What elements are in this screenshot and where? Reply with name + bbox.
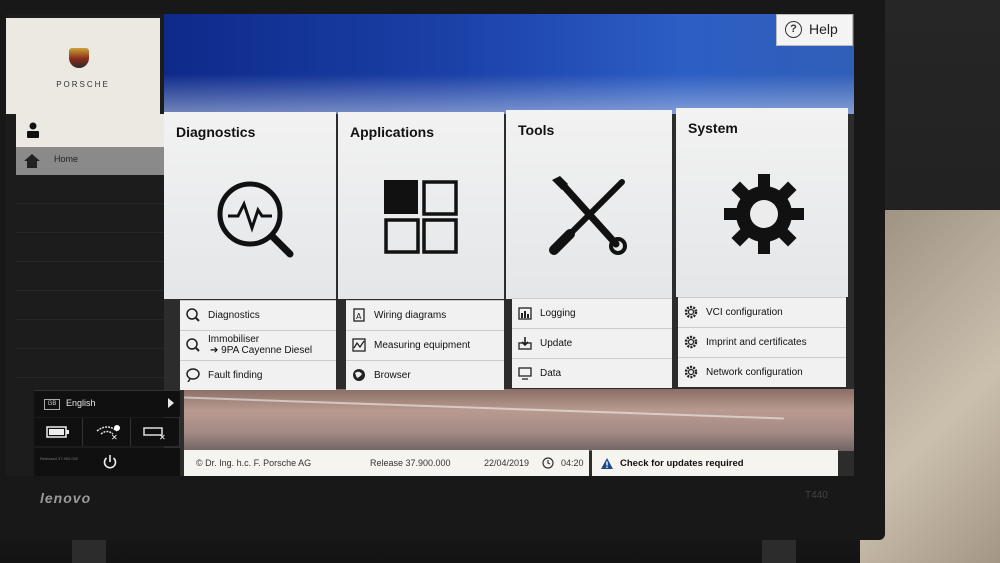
menu-item-immobiliser[interactable]: Immobiliser ➔ 9PA Cayenne Diesel xyxy=(180,330,336,360)
update-notice[interactable]: Check for updates required xyxy=(592,450,838,476)
menu-item-label: VCI configuration xyxy=(706,307,783,318)
menu-item-wiring-diagrams[interactable]: A Wiring diagrams xyxy=(346,300,504,330)
fault-finding-icon xyxy=(186,368,200,382)
porsche-logo: PORSCHE xyxy=(6,18,160,114)
gear-small-icon xyxy=(684,365,698,379)
warning-icon xyxy=(601,458,613,469)
menu-item-label: Network configuration xyxy=(706,367,803,378)
release-tiny-text: Released 37.900.000 xyxy=(40,456,79,461)
clock-icon xyxy=(542,457,554,469)
gear-small-icon xyxy=(684,305,698,319)
menu-item-update[interactable]: Update xyxy=(512,328,672,358)
user-button[interactable] xyxy=(16,114,164,147)
sidebar-item-home[interactable]: Home xyxy=(16,147,164,175)
tile-system[interactable]: System xyxy=(676,108,848,297)
tile-diagnostics[interactable]: Diagnostics xyxy=(164,112,336,299)
menu-item-logging[interactable]: Logging xyxy=(512,298,672,328)
menu-item-data[interactable]: Data xyxy=(512,358,672,388)
sidebar-empty-list xyxy=(16,175,164,390)
diagnostics-magnifier-icon xyxy=(217,181,294,258)
menu-item-network-configuration[interactable]: Network configuration xyxy=(678,357,846,387)
gear-icon xyxy=(724,174,804,254)
flag-icon: GB xyxy=(44,399,60,410)
applications-grid-icon xyxy=(384,180,458,254)
help-icon: ? xyxy=(785,21,802,38)
brand-wordmark: PORSCHE xyxy=(56,80,110,89)
tile-title: Applications xyxy=(350,124,435,140)
screen: PORSCHE Home GB English ✕ ✕ Released 37.… xyxy=(6,14,854,476)
hinge-left xyxy=(72,540,106,563)
gear-small-icon xyxy=(684,335,698,349)
diagnostics-small-icon xyxy=(186,308,200,322)
menu-item-label: Browser xyxy=(374,370,411,381)
tile-title: System xyxy=(688,120,738,136)
menu-item-measuring-equipment[interactable]: Measuring equipment xyxy=(346,330,504,360)
menu-item-label: Imprint and certificates xyxy=(706,337,807,348)
menu-item-label-line2: ➔ 9PA Cayenne Diesel xyxy=(210,345,313,356)
user-icon xyxy=(27,122,39,138)
menu-item-vci-configuration[interactable]: VCI configuration xyxy=(678,297,846,327)
status-bar: ✕ ✕ xyxy=(34,418,181,446)
menu-item-browser[interactable]: Browser xyxy=(346,360,504,390)
battery-icon xyxy=(46,426,69,438)
globe-icon xyxy=(353,369,365,381)
menu-item-imprint-and-certificates[interactable]: Imprint and certificates xyxy=(678,327,846,357)
battery-status[interactable] xyxy=(34,418,83,446)
tile-tools[interactable]: Tools xyxy=(506,110,672,299)
update-notice-label: Check for updates required xyxy=(620,458,744,469)
menu-item-fault-finding[interactable]: Fault finding xyxy=(180,360,336,390)
power-row: Released 37.900.000 xyxy=(34,448,180,476)
porsche-crest-icon xyxy=(69,48,89,68)
sidebar-item-label: Home xyxy=(54,154,79,164)
laptop-brand-logo: lenovo xyxy=(40,490,92,506)
immobiliser-icon xyxy=(186,338,200,352)
menu-item-label: Wiring diagrams xyxy=(374,310,447,321)
wifi-status[interactable]: ✕ xyxy=(82,418,132,446)
power-icon[interactable] xyxy=(102,454,118,470)
menu-item-label-line1: Immobiliser xyxy=(208,334,260,345)
menu-item-label: Measuring equipment xyxy=(374,340,471,351)
screen-bezel: PORSCHE Home GB English ✕ ✕ Released 37.… xyxy=(0,0,885,540)
clock-time: 04:20 xyxy=(561,458,584,468)
svg-text:✕: ✕ xyxy=(111,433,118,441)
update-icon xyxy=(518,337,532,350)
menu-item-label: Fault finding xyxy=(208,370,263,381)
hinge-right xyxy=(762,540,796,563)
help-button[interactable]: ? Help xyxy=(776,14,853,46)
language-label: English xyxy=(66,398,96,408)
laptop-model-label: T440 xyxy=(805,490,828,501)
wiring-diagram-icon: A xyxy=(353,308,365,322)
measuring-icon xyxy=(352,338,366,352)
monitor-icon xyxy=(518,367,532,380)
main-area: ? Help Diagnostics Applications Tools Sy… xyxy=(164,14,854,476)
wifi-disconnected-icon: ✕ xyxy=(96,425,120,441)
menu-item-diagnostics[interactable]: Diagnostics xyxy=(180,300,336,330)
help-label: Help xyxy=(809,21,838,37)
home-icon xyxy=(24,154,40,168)
copyright-text: © Dr. Ing. h.c. F. Porsche AG xyxy=(196,458,312,468)
menu-item-label: Update xyxy=(540,338,573,349)
tile-title: Tools xyxy=(518,122,555,138)
menu-item-label: Logging xyxy=(540,308,576,319)
release-date: 22/04/2019 xyxy=(484,458,530,468)
tile-title: Diagnostics xyxy=(176,124,256,140)
svg-text:A: A xyxy=(356,312,362,321)
laptop-frame: PORSCHE Home GB English ✕ ✕ Released 37.… xyxy=(0,0,1000,563)
status-footer: © Dr. Ing. h.c. F. Porsche AG Release 37… xyxy=(184,450,589,476)
menu-item-label: Data xyxy=(540,368,562,379)
wrench-screwdriver-icon xyxy=(549,176,627,255)
sidebar: PORSCHE Home GB English ✕ ✕ Released 37.… xyxy=(6,14,181,476)
menu-item-label: Immobiliser ➔ 9PA Cayenne Diesel xyxy=(208,334,312,356)
background-road-image xyxy=(184,389,854,451)
logging-icon xyxy=(518,307,532,320)
language-selector[interactable]: GB English xyxy=(34,390,180,417)
menu-item-label: Diagnostics xyxy=(208,310,260,321)
release-version: Release 37.900.000 xyxy=(370,458,451,468)
tile-applications[interactable]: Applications xyxy=(338,112,504,299)
